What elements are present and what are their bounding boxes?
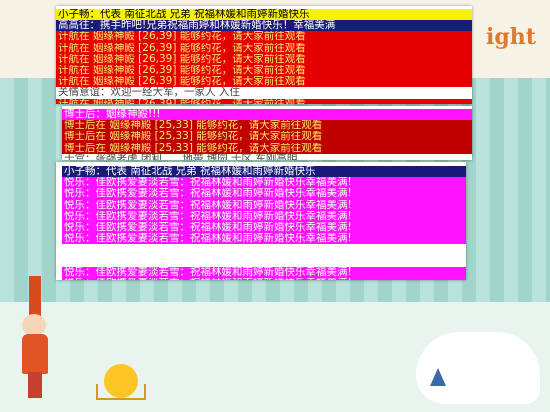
- chat-line: 悦乐：佳欧携爱妻淡若雪：祝福林媛和雨婷新婚快乐幸福美满!: [62, 233, 466, 245]
- chat-screenshot-1: 小子畅：代表 南征北战 兄弟 祝福林媛和雨婷新婚快乐 高高往：携手昨吧!兄弟祝福雨…: [56, 6, 472, 104]
- chat-line: [62, 244, 466, 256]
- chat-line: 悦乐：佳欧携爱妻淡若雪：祝福林媛和雨婷新婚快乐幸福美满!: [62, 177, 466, 189]
- chat-line: 计航在 姻缘神殿 [26,39] 能够约花，请大家前往观看: [56, 64, 472, 77]
- child-legs-illustration: [28, 372, 42, 398]
- child-head-illustration: [22, 314, 46, 336]
- chat-line: 计航在 姻缘神殿 [26,39] 能够约花，请大家前往观看: [56, 76, 472, 88]
- child-body-illustration: [22, 334, 48, 374]
- chat-line: 高高往：携手昨吧!兄弟祝福雨婷和林媛新婚快乐！幸福美满: [56, 20, 472, 32]
- chat-line: 计航在 姻缘神殿 [26,39] 能够约花，请大家前往观看: [56, 98, 472, 104]
- chat-line: [62, 255, 466, 267]
- chat-line: 悦乐：佳欧携爱妻淡若雪：祝福林媛和雨婷新婚快乐幸福美满!: [62, 277, 466, 280]
- brand-text: ight: [486, 24, 536, 50]
- chat-line: 悦乐：佳欧携爱妻淡若雪：祝福林媛和雨婷新婚快乐幸福美满!: [62, 199, 466, 211]
- chat-log: 博士后：姻缘神殿!!! 博士后在 姻缘神殿 [25,33] 能够约花，请大家前往观…: [62, 106, 472, 160]
- chat-line: 小子畅：代表 南征北战 兄弟 祝福林媛和雨婷新婚快乐: [62, 166, 466, 178]
- chat-line: 博士后在 姻缘神殿 [25,33] 能够约花，请大家前往观看: [62, 120, 472, 132]
- chat-line: 悦乐：佳欧携爱妻淡若雪：祝福林媛和雨婷新婚快乐幸福美满!: [62, 221, 466, 234]
- chat-line: 悦乐：佳欧携爱妻淡若雪：祝福林媛和雨婷新婚快乐幸福美满!: [62, 266, 466, 278]
- chat-line: 计航在 姻缘神殿 [26,39] 能够约花，请大家前往观看: [56, 42, 472, 54]
- party-hat-icon: [430, 368, 446, 386]
- chat-screenshot-2: 博士后：姻缘神殿!!! 博士后在 姻缘神殿 [25,33] 能够约花，请大家前往观…: [62, 106, 472, 160]
- chat-line: 士宫：张强老虎 团利，...地带 博园 士区 东刚高明: [62, 153, 472, 160]
- chat-line: 博士后在 姻缘神殿 [25,33] 能够约花，请大家前往观看: [62, 131, 472, 143]
- chat-line: 悦乐：佳欧携爱妻淡若雪：祝福林媛和雨婷新婚快乐幸福美满!: [62, 210, 466, 222]
- chat-line: 计航在 姻缘神殿 [26,39] 能够约花，请大家前往观看: [56, 53, 472, 65]
- chat-line: 博士后在 姻缘神殿 [25,33] 能够约花，请大家前往观看: [62, 142, 472, 154]
- chat-line: 关情意谊：欢迎一经大军，一家人 入住: [56, 87, 472, 99]
- chat-line: 博士后：姻缘神殿!!!: [62, 109, 472, 121]
- cart-illustration: [96, 384, 146, 400]
- chat-line: 小子畅：代表 南征北战 兄弟 祝福林媛和雨婷新婚快乐: [56, 9, 472, 21]
- chat-log: 小子畅：代表 南征北战 兄弟 祝福林媛和雨婷新婚快乐 高高往：携手昨吧!兄弟祝福雨…: [56, 6, 472, 104]
- chat-log: 小子畅：代表 南征北战 兄弟 祝福林媛和雨婷新婚快乐 悦乐：佳欧携爱妻淡若雪：祝福…: [56, 162, 466, 280]
- chat-screenshot-3: 小子畅：代表 南征北战 兄弟 祝福林媛和雨婷新婚快乐 悦乐：佳欧携爱妻淡若雪：祝福…: [56, 162, 466, 280]
- chat-line: 计航在 姻缘神殿 [26,39] 能够约花，请大家前往观看: [56, 31, 472, 43]
- chat-line: 悦乐：佳欧携爱妻淡若雪：祝福林媛和雨婷新婚快乐幸福美满!: [62, 188, 466, 200]
